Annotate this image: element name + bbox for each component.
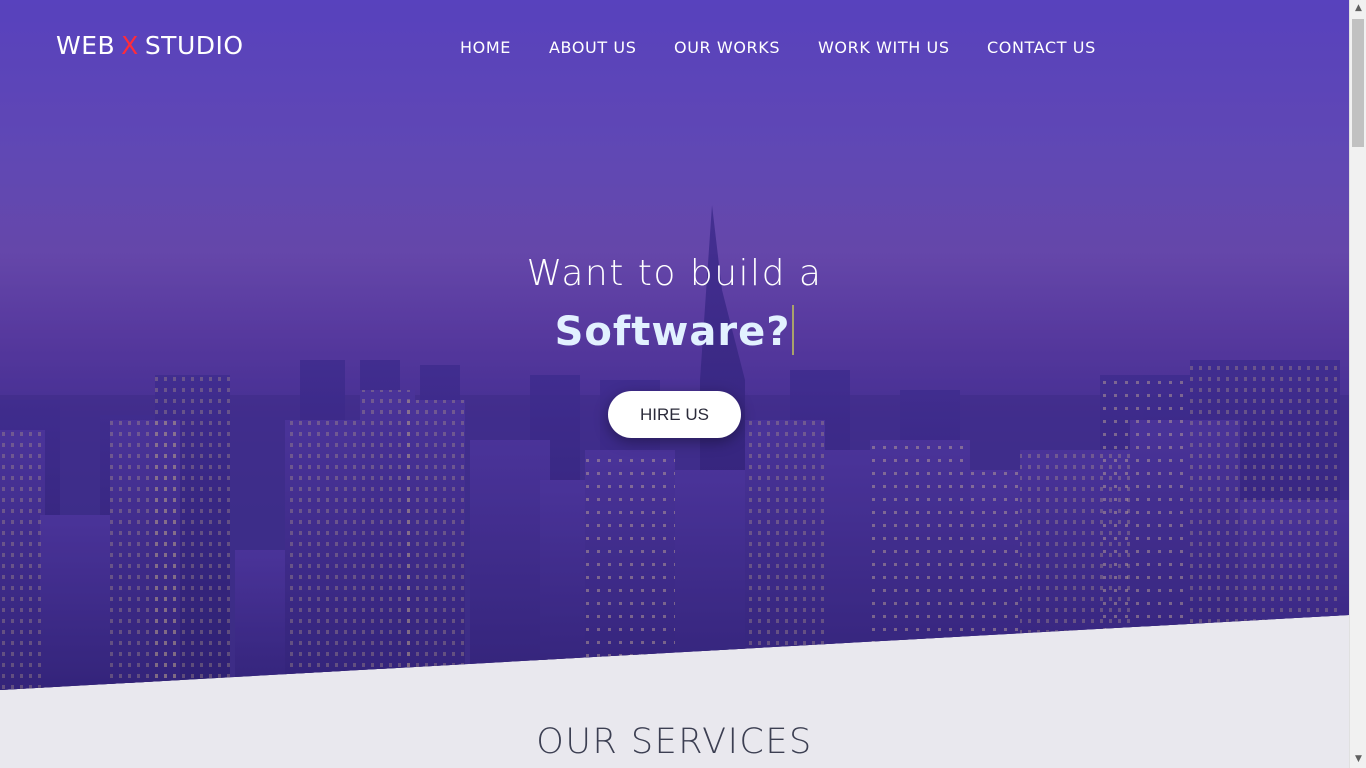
typed-word: Software? (554, 309, 791, 355)
hero-typed-text: Software? (0, 305, 1349, 355)
page: WEB X STUDIO HOME ABOUT US OUR WORKS WORK … (0, 0, 1349, 768)
scroll-up-arrow-icon[interactable]: ▲ (1350, 0, 1366, 17)
nav-our-works[interactable]: OUR WORKS (674, 38, 780, 57)
typing-cursor (792, 305, 795, 355)
nav-about-us[interactable]: ABOUT US (549, 38, 636, 57)
brand-part2: STUDIO (144, 31, 244, 60)
services-title: OUR SERVICES (536, 722, 813, 763)
scrollbar[interactable]: ▲ ▼ (1349, 0, 1366, 768)
nav-contact-us[interactable]: CONTACT US (987, 38, 1096, 57)
brand-x: X (121, 31, 139, 60)
hire-us-button[interactable]: HIRE US (608, 391, 741, 438)
brand-part1: WEB (56, 31, 116, 60)
hero-headline: Want to build a (526, 253, 823, 294)
brand-logo[interactable]: WEB X STUDIO (56, 31, 244, 60)
nav-home[interactable]: HOME (460, 38, 511, 57)
scroll-thumb[interactable] (1352, 19, 1364, 147)
scroll-down-arrow-icon[interactable]: ▼ (1350, 751, 1366, 768)
nav-work-with-us[interactable]: WORK WITH US (818, 38, 950, 57)
